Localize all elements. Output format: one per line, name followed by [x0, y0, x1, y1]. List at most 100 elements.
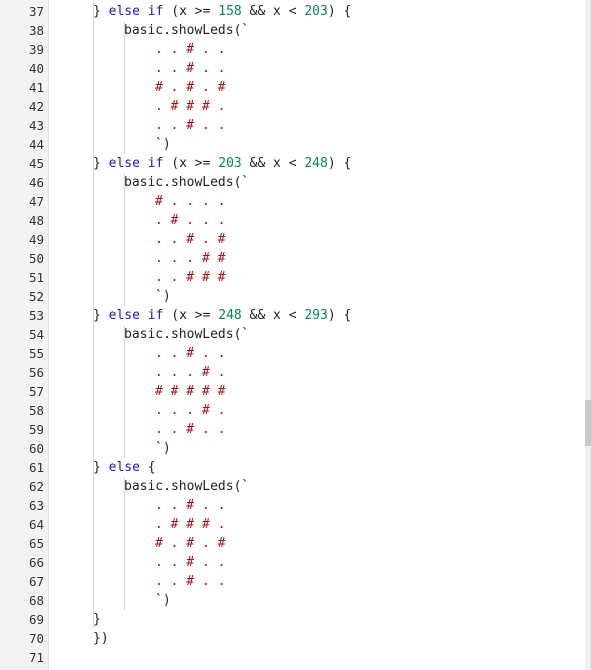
plain-token: basic.showLeds(`	[124, 479, 250, 494]
code-text: . . # . .	[155, 553, 225, 572]
code-line: 56 . . . # .	[0, 363, 591, 382]
code-line: 70})	[0, 629, 591, 648]
plain-token: })	[93, 631, 109, 646]
line-number: 66	[28, 555, 44, 570]
code-text: })	[93, 629, 109, 648]
code-line: 61} else {	[0, 458, 591, 477]
code-text: } else if (x >= 158 && x < 203) {	[93, 2, 351, 21]
code-text: `)	[155, 135, 171, 154]
code-line: 49 . . # . #	[0, 230, 591, 249]
code-text: # # # # #	[155, 382, 225, 401]
string-token: # . # . #	[155, 80, 226, 95]
line-number: 41	[28, 80, 44, 95]
plain-token: (x >=	[163, 156, 219, 171]
plain-token: ) {	[327, 4, 352, 19]
plain-token: `)	[155, 137, 171, 152]
code-line: 50 . . . # #	[0, 249, 591, 268]
code-text: . . # . #	[155, 230, 225, 249]
string-token: # . # . #	[155, 536, 226, 551]
code-line: 46 basic.showLeds(`	[0, 173, 591, 192]
string-token: . . # . .	[155, 118, 226, 133]
string-token: . . . # .	[155, 365, 226, 380]
code-text: `)	[155, 439, 171, 458]
plain-token: (x >=	[163, 4, 219, 19]
line-number: 61	[28, 460, 44, 475]
plain-token: && x <	[241, 308, 305, 323]
code-line: 58 . . . # .	[0, 401, 591, 420]
line-number: 64	[28, 517, 44, 532]
code-text: . . # . .	[155, 344, 225, 363]
line-number: 43	[28, 118, 44, 133]
line-number: 48	[28, 213, 44, 228]
code-text: . . # . .	[155, 496, 225, 515]
scrollbar-thumb[interactable]	[585, 400, 591, 446]
string-token: . . . # #	[155, 251, 226, 266]
code-line: 43 . . # . .	[0, 116, 591, 135]
code-line: 59 . . # . .	[0, 420, 591, 439]
line-number: 60	[28, 441, 44, 456]
vertical-scrollbar[interactable]	[585, 0, 591, 670]
code-text: . . # . .	[155, 59, 225, 78]
code-text: basic.showLeds(`	[124, 173, 249, 192]
code-line: 48 . # . . .	[0, 211, 591, 230]
code-line: 39 . . # . .	[0, 40, 591, 59]
plain-token: `)	[155, 593, 171, 608]
code-text: } else if (x >= 248 && x < 293) {	[93, 306, 351, 325]
number-token: 203	[218, 156, 242, 171]
number-token: 158	[218, 4, 242, 19]
string-token: . # # # .	[155, 517, 226, 532]
code-line: 57 # # # # #	[0, 382, 591, 401]
string-token: . . # . .	[155, 42, 226, 57]
line-number: 50	[28, 251, 44, 266]
line-number: 68	[28, 593, 44, 608]
plain-token: (x >=	[163, 308, 219, 323]
code-text: # . . . .	[155, 192, 225, 211]
code-line: 40 . . # . .	[0, 59, 591, 78]
string-token: . . # . .	[155, 422, 226, 437]
number-token: 248	[218, 308, 242, 323]
line-number: 45	[28, 156, 44, 171]
plain-token: ) {	[327, 308, 352, 323]
code-text: basic.showLeds(`	[124, 21, 249, 40]
line-number: 42	[28, 99, 44, 114]
plain-token: ) {	[327, 156, 352, 171]
plain-token: }	[93, 156, 109, 171]
line-number: 40	[28, 61, 44, 76]
line-number: 65	[28, 536, 44, 551]
code-text: . # # # .	[155, 515, 225, 534]
code-text: . # # # .	[155, 97, 225, 116]
code-text: . . . # .	[155, 401, 225, 420]
string-token: . # # # .	[155, 99, 226, 114]
code-line: 67 . . # . .	[0, 572, 591, 591]
line-number: 54	[28, 327, 44, 342]
line-number: 39	[28, 42, 44, 57]
line-number: 71	[28, 650, 44, 665]
code-line: 71	[0, 648, 591, 667]
string-token: # . . . .	[155, 194, 226, 209]
indent-guide	[93, 2, 94, 629]
number-token: 293	[304, 308, 328, 323]
code-text: basic.showLeds(`	[124, 477, 249, 496]
line-number: 37	[28, 4, 44, 19]
code-line: 45} else if (x >= 203 && x < 248) {	[0, 154, 591, 173]
line-number: 56	[28, 365, 44, 380]
number-token: 203	[304, 4, 328, 19]
line-number: 57	[28, 384, 44, 399]
line-number: 59	[28, 422, 44, 437]
plain-token: && x <	[241, 156, 305, 171]
string-token: . . # . .	[155, 498, 226, 513]
code-editor[interactable]: 37} else if (x >= 158 && x < 203) {38 bas…	[0, 0, 591, 670]
code-text: basic.showLeds(`	[124, 325, 249, 344]
line-number: 44	[28, 137, 44, 152]
line-number: 47	[28, 194, 44, 209]
plain-token: }	[93, 4, 109, 19]
string-token: . . # # #	[155, 270, 226, 285]
code-line: 63 . . # . .	[0, 496, 591, 515]
code-text: . . # # #	[155, 268, 225, 287]
code-text: `)	[155, 591, 171, 610]
line-number: 52	[28, 289, 44, 304]
keyword-token: else if	[108, 4, 164, 19]
code-text: # . # . #	[155, 534, 225, 553]
string-token: . . # . #	[155, 232, 226, 247]
plain-token: `)	[155, 289, 171, 304]
